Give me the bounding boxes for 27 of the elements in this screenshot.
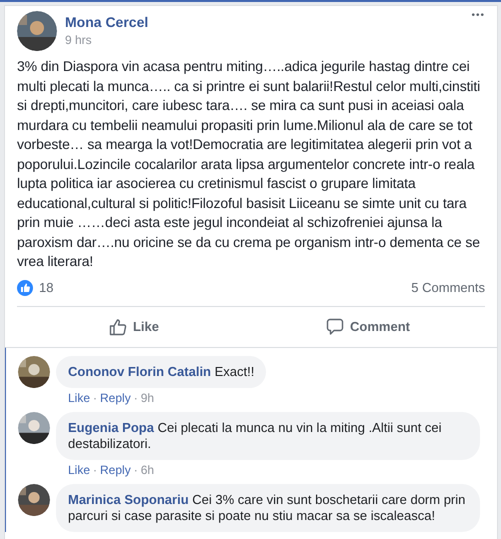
comment-time[interactable]: 9h [140, 390, 154, 406]
author-name[interactable]: Mona Cercel [65, 13, 148, 31]
more-options[interactable]: ••• [471, 11, 485, 21]
commenter-name[interactable]: Cononov Florin Catalin [68, 364, 211, 378]
like-link[interactable]: Like [68, 390, 90, 406]
commenter-name[interactable]: Marinica Soponariu [68, 492, 189, 506]
comment-bubble: Eugenia Popa Cei plecati la munca nu vin la miting .Altii sunt cei destabilizatori. [56, 412, 480, 460]
separator-dot: · [134, 390, 138, 406]
post-text: 3% din Diaspora vin acasa pentru miting…..adica jegurile hastag dintre cei multi plecati la munca….. ca si printre ei sunt balarii!Restul celor multi,cinstiti si drepti,muncitori, care iubesc tara…. se mira ca sunt pusi in aceiasi oala murdara cu tembelii neamului propasiti prin lume.Milionul ala de care se tot vorbeste… sa mearga la vot!Democratia are legitimitatea alegerii prin vot a poporului.Lozincile cocalarilor arata lipsa argumentelor concrete intr-o reala lupta politica iar asocierea cu cretinismul fascist o grupare limitata educational,cultural si politic!Filozoful basisit Liiceanu se simte unit cu tara prin muie ……deci asta este jegul incondeiat al schizofreniei ajunsa la paroxism dar….nu oricine se da cu crema pe organism intr-o dementa ce se vrea literara! [17, 57, 482, 271]
thumbs-up-icon [108, 318, 127, 336]
comment-count[interactable]: 5 Comments [411, 280, 485, 295]
like-reaction-icon [17, 280, 33, 296]
comment-bubble: Marinica Soponariu Cei 3% care vin sunt boschetarii care dorm prin parcuri si case parasite si poate nu stiu macar sa se iscaleasca! [56, 484, 480, 532]
reply-link[interactable]: Reply [100, 390, 131, 406]
speech-bubble-icon [326, 318, 344, 336]
like-button[interactable]: Like [17, 306, 251, 346]
separator-dot: · [93, 390, 98, 406]
commenter-name[interactable]: Eugenia Popa [68, 420, 154, 434]
separator-dot: · [93, 462, 98, 478]
post-time[interactable]: 9 hrs [65, 31, 92, 49]
comment-button[interactable]: Comment [251, 306, 485, 346]
reply-link[interactable]: Reply [100, 462, 131, 478]
like-link[interactable]: Like [68, 462, 90, 478]
comment-time[interactable]: 6h [140, 462, 154, 478]
comment-bubble: Cononov Florin Catalin Exact!! [56, 356, 266, 388]
reaction-count[interactable]: 18 [39, 280, 54, 295]
separator-dot: · [134, 462, 138, 478]
